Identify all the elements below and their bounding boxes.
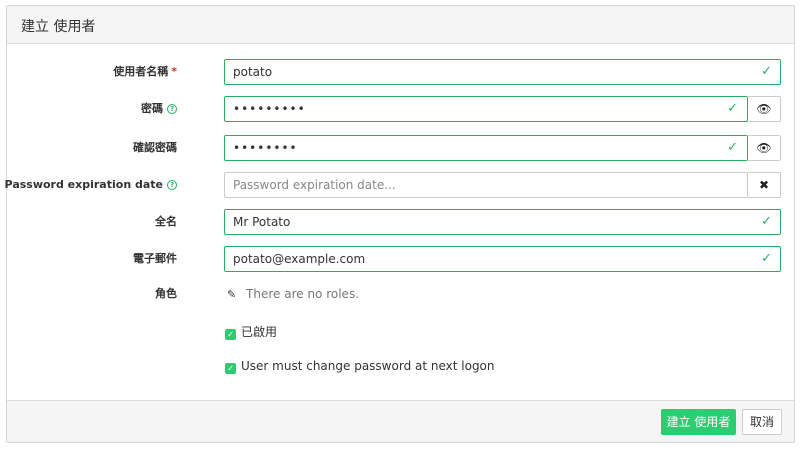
password-row: 密碼? ••••••••• ✓ 👁 <box>7 96 796 122</box>
enabled-checkbox[interactable]: ✓ <box>225 329 236 340</box>
check-icon: ✓ <box>727 101 739 116</box>
pencil-icon[interactable]: ✎ <box>227 288 236 301</box>
roles-label: 角色 <box>155 287 177 300</box>
panel-footer: 建立 使用者 取消 <box>7 400 794 442</box>
full-name-label: 全名 <box>155 215 177 228</box>
clear-date-button[interactable]: ✖ <box>748 172 781 198</box>
full-name-input[interactable]: Mr Potato ✓ <box>224 209 781 235</box>
expiration-row: Password expiration date? Password expir… <box>5 172 796 198</box>
confirm-password-row: 確認密碼 •••••••• ✓ 👁 <box>7 135 796 161</box>
cancel-button[interactable]: 取消 <box>742 409 782 435</box>
check-icon: ✓ <box>727 140 739 155</box>
username-label: 使用者名稱 * <box>113 65 177 78</box>
show-password-button[interactable]: 👁 <box>748 96 781 122</box>
full-name-row: 全名 Mr Potato ✓ <box>7 209 796 235</box>
must-change-label: User must change password at next logon <box>241 359 495 373</box>
required-marker: * <box>171 65 177 78</box>
eye-icon: 👁 <box>756 141 772 155</box>
enabled-checkbox-row[interactable]: ✓ 已啟用 <box>225 323 277 341</box>
show-confirm-password-button[interactable]: 👁 <box>748 135 781 161</box>
clear-icon: ✖ <box>758 178 770 192</box>
must-change-checkbox-row[interactable]: ✓ User must change password at next logon <box>225 357 495 375</box>
check-icon: ✓ <box>761 214 772 229</box>
check-icon: ✓ <box>761 64 772 79</box>
panel-header: 建立 使用者 <box>7 6 794 44</box>
no-roles-text: There are no roles. <box>246 287 360 301</box>
enabled-label: 已啟用 <box>241 325 278 339</box>
password-input[interactable]: ••••••••• ✓ <box>224 96 748 122</box>
email-row: 電子郵件 potato@example.com ✓ <box>7 246 796 272</box>
username-input[interactable]: potato ✓ <box>224 59 781 85</box>
must-change-checkbox[interactable]: ✓ <box>225 363 236 374</box>
help-icon[interactable]: ? <box>167 104 177 114</box>
check-icon: ✓ <box>761 251 772 266</box>
password-label: 密碼? <box>141 96 177 122</box>
username-row: 使用者名稱 * potato ✓ <box>7 59 796 85</box>
create-user-button[interactable]: 建立 使用者 <box>661 409 736 435</box>
expiration-date-input[interactable]: Password expiration date... <box>224 172 748 198</box>
eye-icon: 👁 <box>756 102 772 116</box>
create-user-panel: 建立 使用者 使用者名稱 * potato ✓ 密碼? ••••••••• ✓ 👁… <box>5 5 796 443</box>
roles-row: 角色 ✎ There are no roles. <box>7 281 796 307</box>
page-title: 建立 使用者 <box>21 19 96 35</box>
roles-value: ✎ There are no roles. <box>227 281 359 307</box>
confirm-password-input[interactable]: •••••••• ✓ <box>224 135 748 161</box>
email-input[interactable]: potato@example.com ✓ <box>224 246 781 272</box>
expiration-label: Password expiration date? <box>5 172 177 198</box>
email-label: 電子郵件 <box>133 252 177 265</box>
confirm-password-label: 確認密碼 <box>133 141 177 154</box>
help-icon[interactable]: ? <box>167 180 177 190</box>
